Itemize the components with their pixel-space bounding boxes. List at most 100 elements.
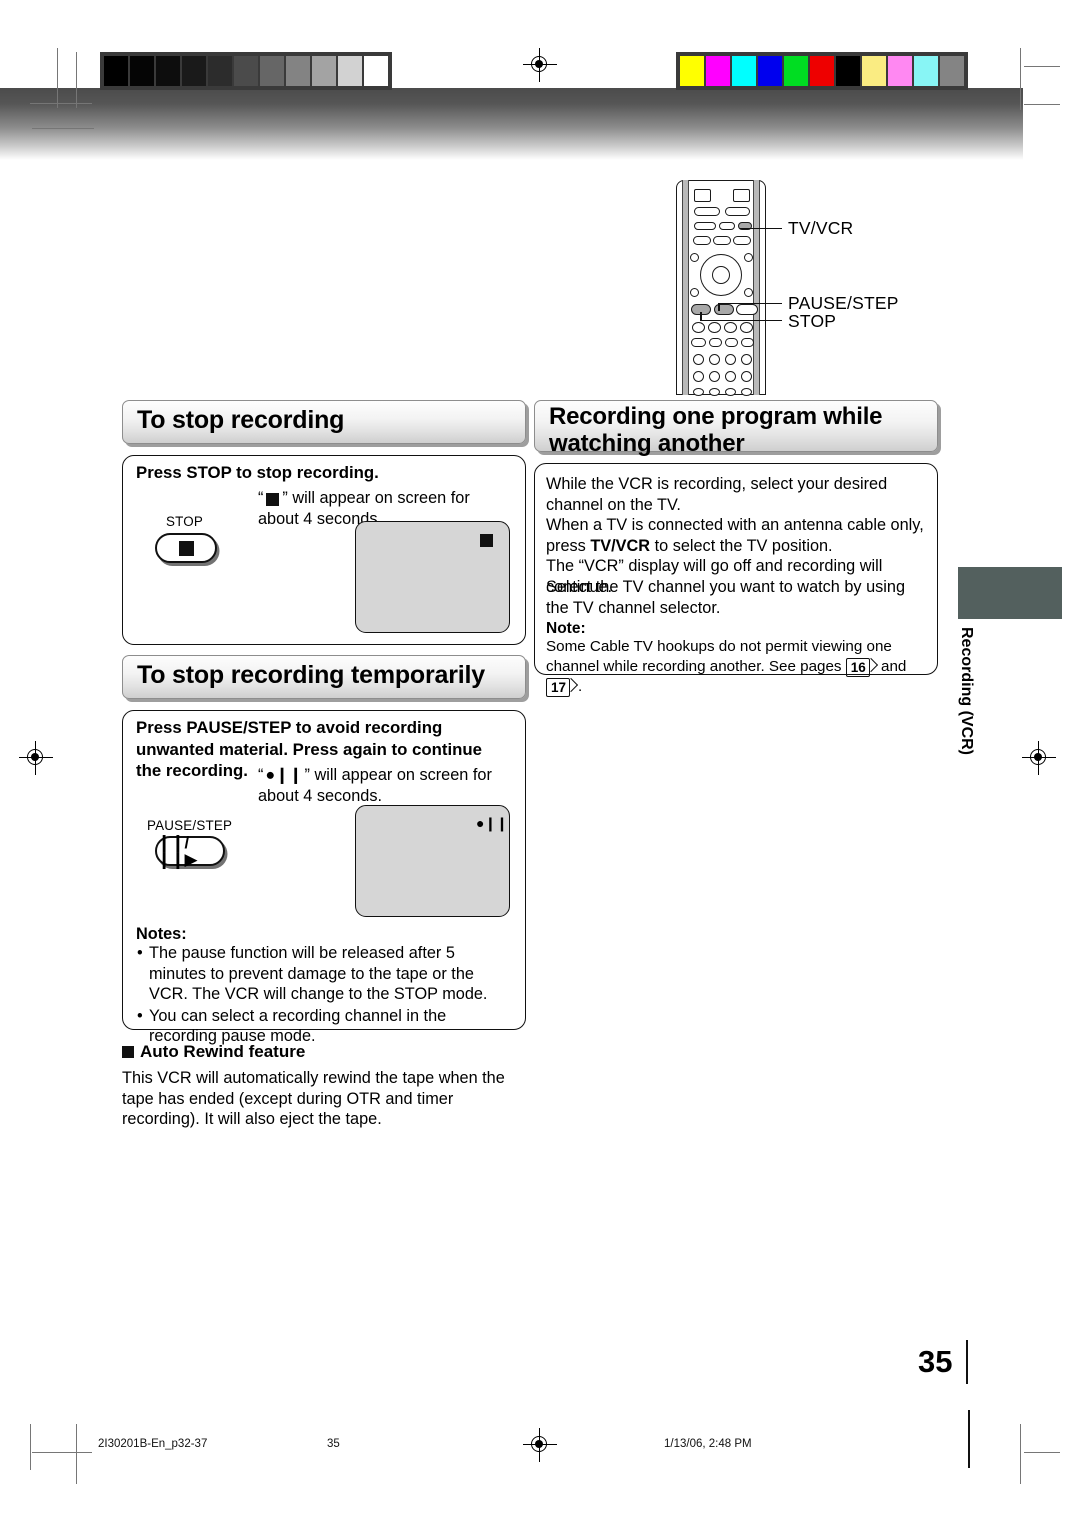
remote-button-numpad-r1c2 — [709, 354, 720, 365]
page-number-rule — [966, 1340, 968, 1384]
side-tab-block — [958, 567, 1062, 619]
crop-mark-horizontal-left — [30, 103, 92, 104]
crop-mark-horizontal-right-lower — [1024, 104, 1060, 105]
footer-timestamp: 1/13/06, 2:48 PM — [664, 1438, 752, 1450]
auto-rewind-heading-text: Auto Rewind feature — [140, 1042, 306, 1061]
color-bar-6 — [836, 56, 860, 86]
callout-leader-pause-stub — [718, 303, 720, 311]
section-title-record-while-watching: Recording one program while watching ano… — [549, 403, 923, 458]
color-bar-3 — [758, 56, 782, 86]
stop-glyph-inline — [266, 491, 280, 506]
remote-rail-right — [753, 180, 760, 395]
pause-step-button-glyph: ❙❙/❙❙▶ — [155, 833, 225, 869]
footer-page: 35 — [327, 1438, 340, 1450]
remote-button-row3-b — [713, 236, 731, 245]
grayscale-step-9 — [338, 56, 362, 86]
page-edge-rule-right — [968, 1410, 970, 1468]
crop-mark-vertical-bottom-right — [1020, 1424, 1021, 1484]
callout-leader-tv-vcr — [740, 228, 782, 230]
stop-recording-lead: Press STOP to stop recording. — [136, 463, 379, 482]
remote-button-pause-step — [714, 304, 734, 315]
quote-open: “ — [258, 489, 264, 507]
registration-mark-top-center — [523, 48, 557, 82]
pause-step-icon: ❙❙/❙❙▶ — [157, 833, 198, 869]
section-header-stop-temporarily: To stop recording temporarily — [122, 655, 526, 699]
quote-open-pause: “ — [258, 766, 264, 784]
callout-leader-stop-stub — [700, 312, 702, 321]
remote-button-numpad-r1c1 — [693, 354, 704, 365]
registration-mark-left-middle — [19, 741, 53, 775]
remote-button-numpad-r1c3 — [725, 354, 736, 365]
callout-label-tv-vcr: TV/VCR — [788, 218, 854, 238]
remote-button-row3-c — [733, 236, 751, 245]
section-title-temporarily: To stop recording temporarily — [137, 661, 485, 689]
stop-button-label: STOP — [166, 514, 204, 529]
remote-button-numpad-r2c1 — [693, 371, 704, 382]
remote-button-numpad-r3c2 — [709, 388, 720, 396]
page-ref-17[interactable]: 17 — [546, 677, 571, 697]
color-bar-1 — [706, 56, 730, 86]
auto-rewind-heading: Auto Rewind feature — [122, 1041, 305, 1063]
remote-button-numpad-r3c3 — [725, 388, 736, 396]
side-tab-label: Recording (VCR) — [958, 627, 975, 755]
section-header-record-while-watching: Recording one program while watching ano… — [534, 400, 938, 457]
page-number: 35 — [918, 1344, 953, 1379]
grayscale-step-5 — [234, 56, 258, 86]
color-bar-10 — [940, 56, 964, 86]
section-header-stop-recording: To stop recording — [122, 400, 526, 444]
color-bar-strip — [676, 52, 968, 90]
remote-button-numpad-r2c2 — [709, 371, 720, 382]
grayscale-step-7 — [286, 56, 310, 86]
grayscale-step-10 — [364, 56, 388, 86]
pause-step-button-label: PAUSE/STEP — [147, 818, 233, 833]
callout-leader-stop — [700, 320, 782, 322]
remote-button-corner-br — [744, 288, 753, 297]
note-period: . — [578, 677, 583, 695]
note-body-text: Some Cable TV hookups do not permit view… — [546, 638, 892, 675]
remote-button-grid-r1c4 — [740, 322, 753, 333]
crop-mark-vertical-left-inner — [76, 52, 77, 108]
remote-button-grid-r2c2 — [709, 338, 722, 347]
callout-leader-pause-step — [718, 303, 782, 305]
tv-screen-pause-indicator: ●❙❙ — [476, 815, 508, 831]
page-edge-rule-left — [30, 1424, 31, 1470]
top-gradient-band — [0, 88, 1023, 160]
stop-temporarily-description: “●❙❙” will appear on screen for about 4 … — [258, 765, 494, 806]
remote-button-numpad-r3c1 — [693, 388, 704, 396]
remote-button-numpad-r3c4 — [741, 388, 752, 396]
remote-control-illustration — [676, 180, 766, 396]
list-item: The pause function will be released afte… — [136, 943, 504, 1005]
stop-square-icon — [178, 540, 194, 556]
remote-button-numpad-r2c3 — [725, 371, 736, 382]
grayscale-step-3 — [182, 56, 206, 86]
remote-button-row3-a — [693, 236, 711, 245]
crop-mark-horizontal-bottom-right — [1024, 1452, 1060, 1453]
crop-mark-horizontal-left-lower — [32, 128, 94, 129]
remote-dpad — [700, 254, 742, 296]
crop-mark-horizontal-right — [1024, 66, 1060, 67]
remote-button-row2-a — [694, 222, 716, 230]
registration-mark-bottom-center — [523, 1428, 557, 1462]
color-bar-8 — [888, 56, 912, 86]
crop-mark-vertical-bottom-left — [76, 1424, 77, 1484]
remote-button-row2-b — [719, 222, 735, 230]
tv-screen-stop-indicator — [480, 532, 493, 547]
registration-mark-right-middle — [1022, 741, 1056, 775]
page-ref-16[interactable]: 16 — [845, 657, 870, 677]
remote-button-grid-r2c4 — [741, 338, 754, 347]
grayscale-step-4 — [208, 56, 232, 86]
remote-button-play — [736, 304, 758, 315]
record-while-watching-paragraph-1: While the VCR is recording, select your … — [546, 475, 888, 514]
record-while-watching-paragraph-2: When a TV is connected with an antenna c… — [546, 515, 928, 556]
remote-button-grid-r1c3 — [724, 322, 737, 333]
color-bar-2 — [732, 56, 756, 86]
remote-button-wide-left — [694, 207, 720, 216]
grayscale-step-6 — [260, 56, 284, 86]
color-bar-9 — [914, 56, 938, 86]
color-bar-5 — [810, 56, 834, 86]
grayscale-step-wedge — [100, 52, 392, 90]
remote-button-corner-bl — [690, 288, 699, 297]
color-bar-4 — [784, 56, 808, 86]
remote-button-corner-tr — [744, 253, 753, 262]
remote-button-wide-right — [725, 207, 750, 216]
